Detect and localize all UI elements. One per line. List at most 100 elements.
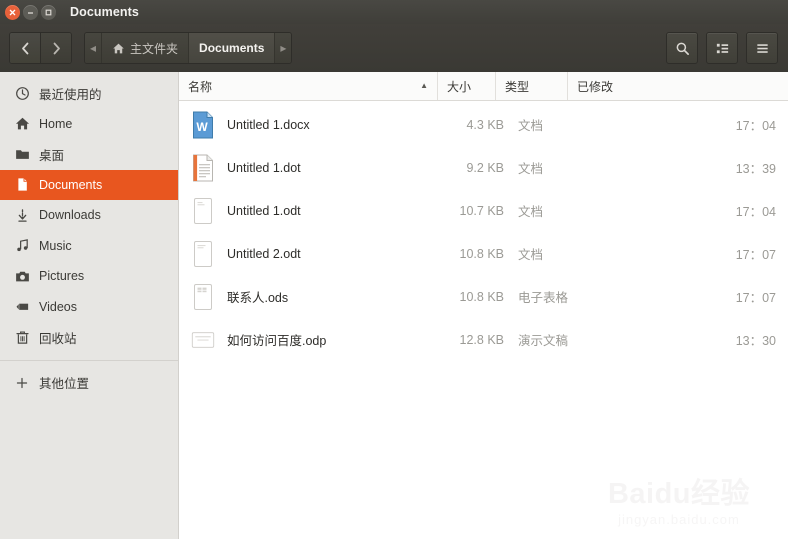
file-name-cell: Untitled 1.odt: [179, 197, 438, 225]
breadcrumb-scroll-right[interactable]: ▸: [275, 33, 291, 63]
column-header-size-label: 大小: [447, 78, 471, 95]
column-header-name[interactable]: 名称 ▲: [179, 72, 438, 100]
sidebar-item-downloads-label: Downloads: [39, 208, 101, 222]
file-name-cell: Untitled 2.odt: [179, 240, 438, 268]
hamburger-icon: [755, 41, 770, 56]
file-type-cell: 文档: [510, 201, 600, 220]
sidebar-item-documents-label: Documents: [39, 178, 102, 192]
breadcrumb-item-home[interactable]: 主文件夹: [102, 33, 189, 63]
breadcrumb-right-arrow-label: ▸: [280, 41, 286, 55]
watermark-main-text: Baidu经验: [608, 480, 750, 509]
file-name-label: Untitled 1.odt: [227, 204, 301, 218]
breadcrumb-item-documents-label: Documents: [199, 41, 264, 55]
view-list-icon: [715, 41, 730, 56]
file-modified-cell: 17：07: [600, 287, 788, 306]
table-row[interactable]: 如何访问百度.odp 12.8 KB 演示文稿 13：30: [179, 318, 788, 361]
home-icon: [112, 42, 125, 55]
headerbar: ◂ 主文件夹 Documents ▸: [0, 24, 788, 73]
file-size-cell: 10.8 KB: [438, 290, 510, 304]
sidebar-item-home[interactable]: Home: [0, 109, 178, 140]
window-body: 最近使用的 Home 桌面: [0, 72, 788, 539]
sidebar-item-desktop-label: 桌面: [39, 145, 64, 164]
file-name-label: 联系人.ods: [227, 287, 288, 306]
sidebar: 最近使用的 Home 桌面: [0, 72, 179, 539]
sidebar-item-videos[interactable]: Videos: [0, 292, 178, 323]
back-button[interactable]: [10, 33, 40, 63]
table-row[interactable]: W Untitled 1.docx 4.3 KB 文档 17：04: [179, 103, 788, 146]
file-modified-cell: 13：39: [600, 158, 788, 177]
sidebar-item-downloads[interactable]: Downloads: [0, 200, 178, 231]
column-header-modified-label: 已修改: [577, 78, 613, 95]
sidebar-item-desktop[interactable]: 桌面: [0, 139, 178, 170]
maximize-button[interactable]: [41, 5, 56, 20]
breadcrumb-item-home-label: 主文件夹: [130, 40, 178, 57]
plus-icon: [14, 375, 30, 391]
table-row[interactable]: 联系人.ods 10.8 KB 电子表格 17：07: [179, 275, 788, 318]
breadcrumb-scroll-left[interactable]: ◂: [85, 33, 102, 63]
minimize-button[interactable]: [23, 5, 38, 20]
file-list-area: 名称 ▲ 大小 类型 已修改: [179, 72, 788, 539]
watermark: Baidu经验 jingyan.baidu.com: [608, 480, 750, 527]
navigation-buttons: [9, 32, 72, 64]
sidebar-divider: [0, 360, 178, 361]
column-header-type[interactable]: 类型: [496, 72, 568, 100]
sort-ascending-icon: ▲: [420, 82, 428, 90]
trash-icon: [14, 329, 30, 345]
toolbar-actions: [666, 32, 778, 64]
sidebar-item-pictures-label: Pictures: [39, 269, 84, 283]
menu-button[interactable]: [746, 32, 778, 64]
sidebar-item-documents[interactable]: Documents: [0, 170, 178, 201]
odt-icon: [191, 240, 215, 268]
file-name-cell: 联系人.ods: [179, 283, 438, 311]
close-button[interactable]: [5, 5, 20, 20]
watermark-sub-text: jingyan.baidu.com: [608, 512, 750, 527]
file-modified-cell: 13：30: [600, 330, 788, 349]
sidebar-item-videos-label: Videos: [39, 300, 77, 314]
breadcrumb-item-documents[interactable]: Documents: [189, 33, 275, 63]
sidebar-item-music[interactable]: Music: [0, 231, 178, 262]
file-modified-cell: 17：07: [600, 244, 788, 263]
file-type-cell: 文档: [510, 115, 600, 134]
camera-icon: [14, 268, 30, 284]
file-type-cell: 演示文稿: [510, 330, 600, 349]
download-icon: [14, 207, 30, 223]
file-manager-window: Documents ◂ 主文件夹: [0, 0, 788, 539]
column-headers: 名称 ▲ 大小 类型 已修改: [179, 72, 788, 101]
file-modified-cell: 17：04: [600, 115, 788, 134]
breadcrumb-left-arrow-label: ◂: [90, 41, 96, 55]
sidebar-item-home-label: Home: [39, 117, 72, 131]
video-icon: [14, 299, 30, 315]
music-icon: [14, 238, 30, 254]
sidebar-item-other-locations[interactable]: 其他位置: [0, 368, 178, 399]
file-type-cell: 电子表格: [510, 287, 600, 306]
sidebar-item-pictures[interactable]: Pictures: [0, 261, 178, 292]
file-name-label: Untitled 2.odt: [227, 247, 301, 261]
home-icon: [14, 116, 30, 132]
column-header-modified[interactable]: 已修改: [568, 72, 788, 100]
view-options-button[interactable]: [706, 32, 738, 64]
sidebar-item-trash[interactable]: 回收站: [0, 322, 178, 353]
file-size-cell: 10.7 KB: [438, 204, 510, 218]
minimize-icon: [27, 9, 34, 16]
column-header-name-label: 名称: [188, 78, 212, 95]
file-name-cell: W Untitled 1.docx: [179, 111, 438, 139]
file-modified-cell: 17：04: [600, 201, 788, 220]
clock-icon: [14, 85, 30, 101]
column-header-size[interactable]: 大小: [438, 72, 496, 100]
sidebar-item-recent-label: 最近使用的: [39, 84, 102, 103]
forward-button[interactable]: [40, 33, 71, 63]
file-rows: W Untitled 1.docx 4.3 KB 文档 17：04: [179, 101, 788, 361]
sidebar-item-other-locations-label: 其他位置: [39, 373, 89, 392]
column-header-type-label: 类型: [505, 78, 529, 95]
table-row[interactable]: Untitled 2.odt 10.8 KB 文档 17：07: [179, 232, 788, 275]
ods-icon: [191, 283, 215, 311]
table-row[interactable]: Untitled 1.dot 9.2 KB 文档 13：39: [179, 146, 788, 189]
table-row[interactable]: Untitled 1.odt 10.7 KB 文档 17：04: [179, 189, 788, 232]
odp-icon: [191, 326, 215, 354]
search-button[interactable]: [666, 32, 698, 64]
file-size-cell: 10.8 KB: [438, 247, 510, 261]
window-title: Documents: [70, 5, 139, 19]
file-type-cell: 文档: [510, 244, 600, 263]
sidebar-item-recent[interactable]: 最近使用的: [0, 78, 178, 109]
file-size-cell: 9.2 KB: [438, 161, 510, 175]
